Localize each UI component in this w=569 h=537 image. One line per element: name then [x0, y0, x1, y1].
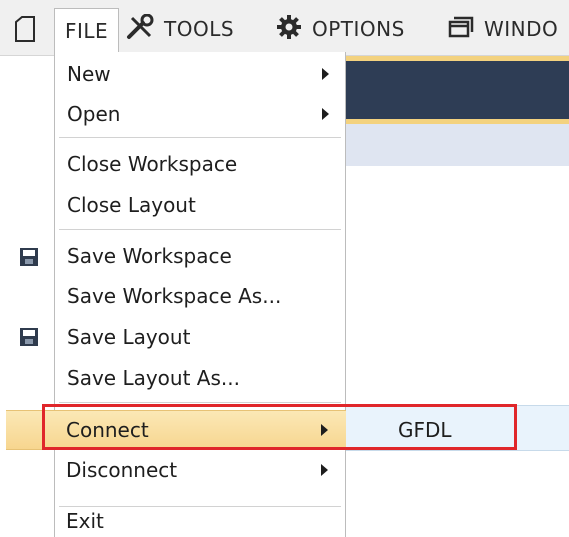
new-doc-icon	[14, 16, 36, 46]
menu-tools-label: TOOLS	[164, 17, 235, 41]
submenu-arrow-icon	[321, 464, 328, 476]
menu-icon-gutter	[0, 56, 54, 537]
menu-window-label: WINDO	[484, 17, 559, 41]
menu-item-connect[interactable]: Connect	[54, 412, 344, 448]
menu-item-open-label: Open	[67, 102, 121, 126]
save-layout-icon	[20, 328, 38, 346]
app-subheader-band	[346, 124, 569, 166]
menu-item-exit[interactable]: Exit	[54, 503, 344, 537]
connect-submenu	[346, 405, 569, 451]
menu-item-save-layout-as[interactable]: Save Layout As...	[55, 360, 345, 396]
menu-item-disconnect-label: Disconnect	[66, 458, 178, 482]
menu-window[interactable]: WINDO	[448, 8, 558, 50]
save-icon	[20, 248, 38, 266]
tools-icon	[126, 13, 154, 45]
menu-item-close-workspace-label: Close Workspace	[67, 152, 238, 176]
window-icon	[448, 16, 474, 43]
menu-item-open[interactable]: Open	[55, 96, 345, 132]
menu-item-close-layout[interactable]: Close Layout	[55, 187, 345, 223]
menu-separator	[59, 229, 341, 230]
menu-item-exit-label: Exit	[66, 509, 104, 533]
menu-file[interactable]: FILE	[54, 8, 120, 52]
menu-file-label: FILE	[65, 18, 109, 43]
menu-item-disconnect[interactable]: Disconnect	[54, 452, 344, 488]
menu-item-save-workspace[interactable]: Save Workspace	[55, 238, 345, 274]
submenu-arrow-icon	[322, 108, 329, 120]
menu-item-close-workspace[interactable]: Close Workspace	[55, 146, 345, 182]
menu-item-save-workspace-label: Save Workspace	[67, 244, 232, 268]
menu-item-save-workspace-as-label: Save Workspace As...	[67, 284, 282, 308]
submenu-item-gfdl[interactable]: GFDL	[398, 410, 452, 450]
menu-item-save-layout[interactable]: Save Layout	[55, 319, 345, 355]
menu-options-label: OPTIONS	[312, 17, 405, 41]
menu-item-save-workspace-as[interactable]: Save Workspace As...	[55, 278, 345, 314]
menu-separator	[59, 402, 341, 403]
gear-icon	[276, 14, 302, 45]
menu-tools[interactable]: TOOLS	[126, 8, 234, 50]
app-toolbar-band	[346, 56, 569, 124]
menu-item-new[interactable]: New	[55, 56, 345, 92]
menu-options[interactable]: OPTIONS	[276, 8, 405, 50]
application-window: FILE TOOLS OPTIONS WINDO New Open Close …	[0, 0, 569, 537]
menu-separator	[59, 137, 341, 138]
submenu-arrow-icon	[322, 68, 329, 80]
menu-item-save-layout-label: Save Layout	[67, 325, 191, 349]
menubar: FILE TOOLS OPTIONS WINDO	[0, 0, 569, 56]
menu-item-new-label: New	[67, 62, 111, 86]
submenu-arrow-icon	[321, 424, 328, 436]
submenu-item-gfdl-label: GFDL	[398, 418, 452, 442]
menu-item-save-layout-as-label: Save Layout As...	[67, 366, 240, 390]
menu-item-connect-label: Connect	[66, 418, 149, 442]
menu-item-close-layout-label: Close Layout	[67, 193, 196, 217]
